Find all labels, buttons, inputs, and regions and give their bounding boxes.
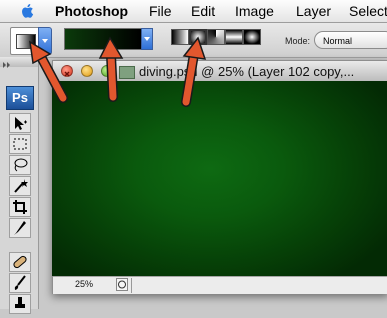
gradient-picker[interactable] xyxy=(64,28,142,50)
reflected-gradient-button[interactable] xyxy=(225,29,243,45)
minimize-window-button[interactable] xyxy=(81,65,93,77)
move-icon xyxy=(15,117,27,130)
linear-gradient-button[interactable] xyxy=(171,29,189,45)
chevron-down-icon xyxy=(144,37,150,41)
clone-stamp-tool[interactable] xyxy=(9,294,31,314)
lasso-tool[interactable] xyxy=(9,155,31,175)
document-title: diving.psd @ 25% (Layer 102 copy,... xyxy=(139,64,355,79)
radial-gradient-button[interactable] xyxy=(189,29,207,45)
apple-menu-icon[interactable] xyxy=(18,2,38,20)
options-bar: Mode: Normal xyxy=(0,23,387,58)
menu-app-name[interactable]: Photoshop xyxy=(55,2,128,20)
diamond-gradient-button[interactable] xyxy=(243,29,261,45)
mode-label: Mode: xyxy=(285,36,311,46)
menu-file[interactable]: File xyxy=(149,2,172,20)
document-proxy-icon[interactable] xyxy=(119,66,135,79)
toolbox-title-bar[interactable] xyxy=(0,57,38,68)
status-divider xyxy=(131,278,132,293)
image-canvas[interactable] xyxy=(52,81,387,276)
menu-select[interactable]: Select xyxy=(349,2,387,20)
marquee-icon xyxy=(13,138,27,150)
angle-gradient-button[interactable] xyxy=(207,29,225,45)
menu-edit[interactable]: Edit xyxy=(191,2,215,20)
tool-preset-dropdown-button[interactable] xyxy=(38,27,52,55)
brush-icon xyxy=(14,275,26,290)
menu-image[interactable]: Image xyxy=(235,2,274,20)
menu-bar: Photoshop File Edit Image Layer Select xyxy=(0,0,387,23)
info-icon xyxy=(118,280,126,289)
slice-icon xyxy=(14,221,26,235)
status-bar: 25% xyxy=(53,276,387,294)
collapse-icon xyxy=(3,62,10,68)
bandage-icon xyxy=(13,255,27,269)
magic-wand-icon xyxy=(14,179,28,193)
healing-brush-tool[interactable] xyxy=(9,252,31,272)
photoshop-logo[interactable]: Ps xyxy=(6,86,34,110)
zoom-level[interactable]: 25% xyxy=(75,279,93,289)
zoom-window-button[interactable] xyxy=(101,65,113,77)
gradient-picker-dropdown-button[interactable] xyxy=(141,28,153,50)
close-window-button[interactable] xyxy=(61,65,73,77)
document-window: diving.psd @ 25% (Layer 102 copy,... 25% xyxy=(52,60,387,294)
chevron-down-icon xyxy=(42,39,48,43)
gradient-tool-icon xyxy=(16,34,36,49)
mode-select[interactable]: Normal xyxy=(314,31,387,49)
magic-wand-tool[interactable] xyxy=(9,176,31,196)
status-info-button[interactable] xyxy=(116,278,128,291)
slice-tool[interactable] xyxy=(9,218,31,238)
move-tool[interactable] xyxy=(9,113,31,133)
brush-tool[interactable] xyxy=(9,273,31,293)
lasso-icon xyxy=(14,158,28,172)
stamp-icon xyxy=(15,297,25,308)
menu-layer[interactable]: Layer xyxy=(296,2,331,20)
marquee-tool[interactable] xyxy=(9,134,31,154)
close-icon xyxy=(64,71,70,77)
crop-icon xyxy=(13,200,27,214)
document-title-bar[interactable]: diving.psd @ 25% (Layer 102 copy,... xyxy=(53,61,387,82)
crop-tool[interactable] xyxy=(9,197,31,217)
